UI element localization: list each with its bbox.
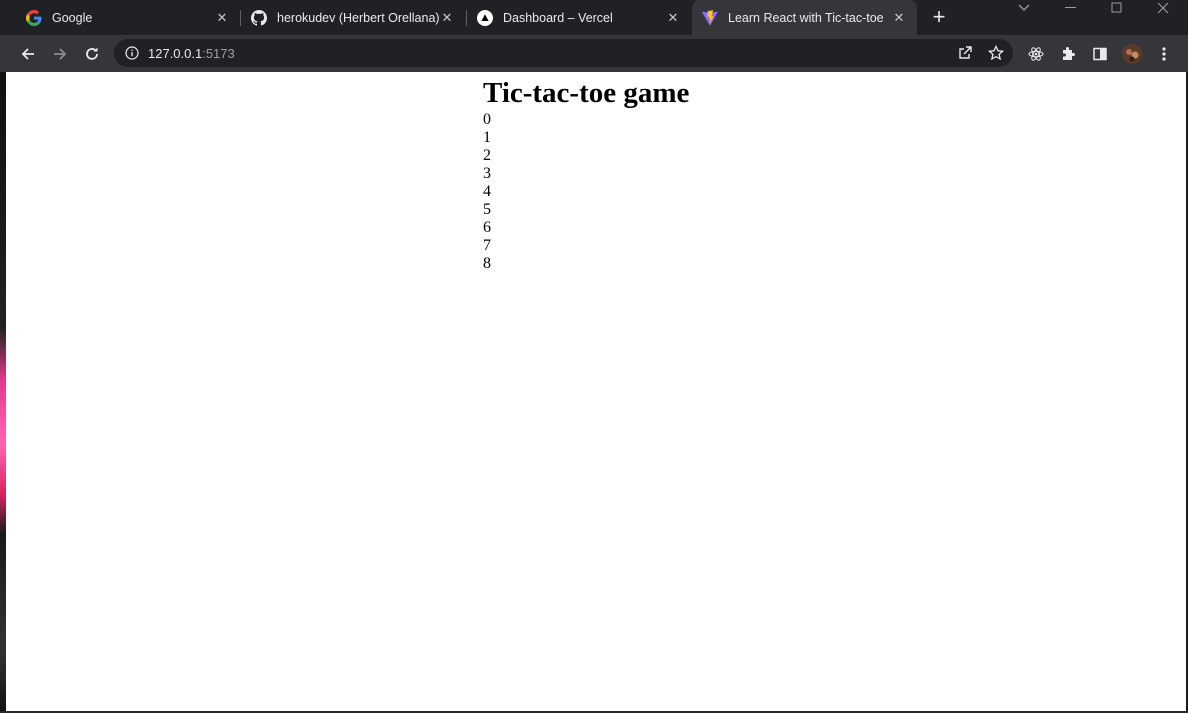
forward-arrow-icon [54, 48, 67, 60]
reload-icon [86, 47, 98, 60]
tab-strip: Google ✕ herokudev (Herbert Orellana) ✕ … [0, 0, 1188, 36]
page-heading: Tic-tac-toe game [483, 77, 690, 109]
forward-button[interactable] [47, 41, 73, 67]
tab-github[interactable]: herokudev (Herbert Orellana) ✕ [225, 0, 465, 35]
url-text[interactable]: 127.0.0.1:5173 [148, 46, 235, 61]
back-button[interactable] [15, 41, 41, 67]
square-8: 8 [483, 255, 491, 272]
square-7: 7 [483, 237, 491, 254]
back-arrow-icon [21, 48, 34, 60]
tab-search-icon[interactable] [1010, 0, 1038, 16]
address-bar[interactable]: 127.0.0.1:5173 [114, 39, 1013, 67]
side-panel-icon[interactable] [1087, 41, 1113, 67]
tab-title: Google [52, 10, 93, 25]
minimize-button[interactable] [1057, 0, 1085, 16]
vercel-icon [477, 9, 493, 26]
new-tab-button[interactable]: + [928, 6, 950, 28]
info-icon[interactable] [124, 45, 140, 61]
maximize-button[interactable] [1103, 0, 1131, 16]
reload-button[interactable] [79, 41, 105, 67]
app-root: Tic-tac-toe game 012345678 [483, 72, 689, 273]
extensions-puzzle-icon[interactable] [1055, 41, 1081, 67]
tab-title: Learn React with Tic-tac-toe [728, 11, 884, 25]
square-5: 5 [483, 201, 491, 218]
url-host: 127.0.0.1 [148, 46, 203, 61]
browser-window: Google ✕ herokudev (Herbert Orellana) ✕ … [0, 0, 1188, 713]
share-icon[interactable] [952, 40, 978, 66]
profile-avatar[interactable] [1119, 41, 1145, 67]
bookmark-star-icon[interactable] [983, 40, 1009, 66]
url-port: :5173 [202, 46, 235, 61]
google-icon [26, 9, 42, 26]
vite-icon [702, 10, 718, 26]
page-viewport: Tic-tac-toe game 012345678 [6, 72, 1186, 712]
tab-learn-react[interactable]: Learn React with Tic-tac-toe ✕ [692, 0, 917, 36]
close-window-button[interactable] [1149, 0, 1177, 16]
square-4: 4 [483, 183, 491, 200]
tab-title: herokudev (Herbert Orellana) [277, 10, 439, 25]
browser-toolbar: 127.0.0.1:5173 [0, 35, 1188, 72]
square-3: 3 [483, 165, 491, 182]
tab-vercel[interactable]: Dashboard – Vercel ✕ [451, 0, 691, 35]
square-2: 2 [483, 147, 491, 164]
square-6: 6 [483, 219, 491, 236]
tab-title: Dashboard – Vercel [503, 10, 613, 25]
square-0: 0 [483, 111, 491, 128]
close-tab-icon[interactable]: ✕ [891, 10, 907, 26]
github-icon [251, 9, 267, 26]
menu-kebab-icon[interactable] [1151, 41, 1177, 67]
close-tab-icon[interactable]: ✕ [665, 10, 681, 26]
react-devtools-icon[interactable] [1023, 41, 1049, 67]
square-1: 1 [483, 129, 491, 146]
square-list: 012345678 [483, 111, 689, 273]
tab-google[interactable]: Google ✕ [0, 0, 240, 35]
